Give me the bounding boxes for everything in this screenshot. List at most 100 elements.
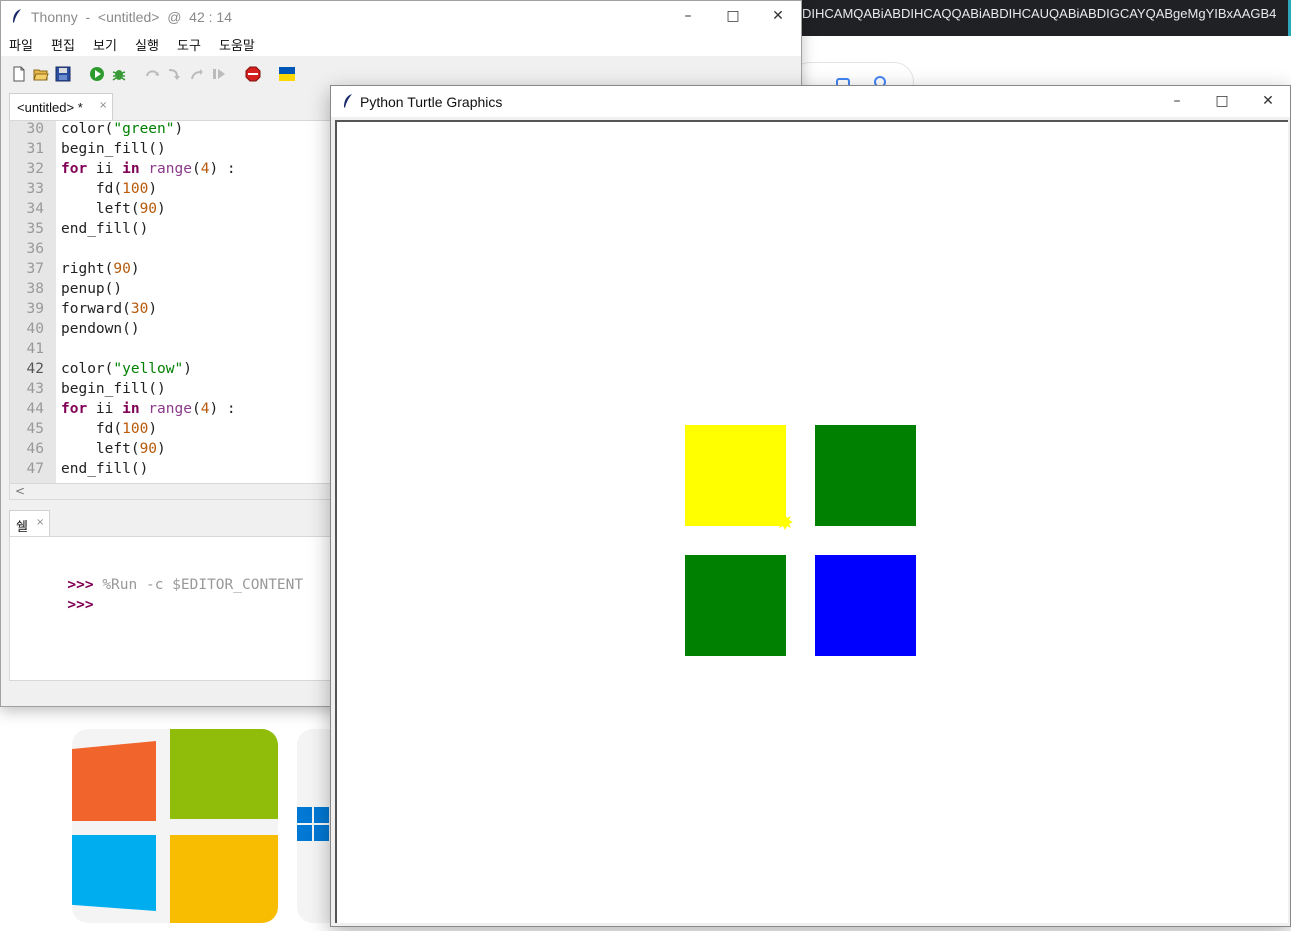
windows-logo-green-pane (170, 729, 278, 819)
menu-help[interactable]: 도움말 (219, 35, 255, 54)
code-token: in (122, 161, 140, 177)
code-token: ) : (209, 161, 236, 177)
code-line: 41 (10, 339, 333, 359)
shell-tab[interactable]: 쉘 × (9, 510, 50, 536)
turtle-titlebar[interactable]: Python Turtle Graphics – □ ✕ (331, 86, 1290, 117)
code-text: left(90) (61, 439, 166, 459)
editor-horizontal-scrollbar[interactable]: < (9, 484, 334, 500)
step-out-icon[interactable] (189, 66, 205, 82)
green-square-bottom-left (685, 555, 786, 656)
blue-square (815, 555, 916, 656)
code-token: for (61, 161, 88, 177)
line-number: 44 (26, 401, 44, 417)
turtle-canvas[interactable] (335, 120, 1288, 923)
editor-tab-untitled[interactable]: <untitled> * × (9, 93, 113, 120)
code-token: ) (183, 361, 192, 377)
resume-icon[interactable] (211, 66, 227, 82)
code-token: end_fill() (61, 461, 149, 477)
code-token: 100 (122, 421, 149, 437)
line-number: 42 (26, 361, 44, 377)
code-token: ) (157, 201, 166, 217)
thonny-menubar: 파일 편집 보기 실행 도구 도움말 (1, 32, 801, 56)
thonny-titlebar[interactable]: Thonny - <untitled> @ 42 : 14 – □ ✕ (1, 1, 801, 32)
turtle-close-button[interactable]: ✕ (1245, 86, 1291, 117)
thonny-close-button[interactable]: ✕ (755, 1, 801, 32)
open-file-icon[interactable] (33, 66, 49, 82)
shell-line[interactable]: >>> (15, 575, 93, 613)
code-token: forward( (61, 301, 131, 317)
menu-edit[interactable]: 편집 (51, 35, 75, 54)
windows-logo-blue-pane (72, 835, 156, 911)
step-into-icon[interactable] (167, 66, 183, 82)
background-browser-address-bar: DIHCAMQABiABDIHCAQQABiABDIHCAUQABiABDIGC… (800, 0, 1291, 36)
code-text: forward(30) (61, 299, 157, 319)
line-number: 34 (26, 201, 44, 217)
turtle-maximize-button[interactable]: □ (1199, 86, 1245, 117)
code-text: begin_fill() (61, 139, 166, 159)
code-token: 90 (139, 441, 158, 457)
shell-panel[interactable]: >>> %Run -c $EDITOR_CONTENT >>> (9, 536, 334, 681)
line-number: 46 (26, 441, 44, 457)
editor-tab-label: <untitled> * (17, 100, 83, 115)
code-text: color("yellow") (61, 359, 192, 379)
turtle-graphics-window: Python Turtle Graphics – □ ✕ (330, 85, 1291, 927)
ukraine-flag-icon[interactable] (279, 66, 295, 82)
line-number: 47 (26, 461, 44, 477)
scroll-left-arrow-icon[interactable]: < (15, 484, 25, 498)
debug-icon[interactable] (111, 66, 127, 82)
code-token: left( (61, 201, 140, 217)
code-token: fd( (61, 421, 123, 437)
shell-command: %Run -c $EDITOR_CONTENT (93, 577, 304, 593)
code-token: color( (61, 121, 114, 137)
code-line: 37 right(90) (10, 259, 333, 279)
code-token: 100 (122, 181, 149, 197)
menu-tools[interactable]: 도구 (177, 35, 201, 54)
code-text: pendown() (61, 319, 140, 339)
run-icon[interactable] (89, 66, 105, 82)
line-number: 41 (26, 341, 44, 357)
line-number: 30 (26, 121, 44, 137)
windows-logo-tile (72, 729, 278, 923)
code-token: ) (148, 421, 158, 437)
new-file-icon[interactable] (11, 66, 27, 82)
code-text: for ii in range(4) : (61, 399, 236, 419)
code-line: 46 left(90) (10, 439, 333, 459)
windows11-logo-icon (297, 807, 331, 843)
stop-icon[interactable] (245, 66, 261, 82)
code-token: begin_fill() (61, 141, 166, 157)
thonny-minimize-button[interactable]: – (665, 1, 711, 32)
shell-tab-close-icon[interactable]: × (36, 517, 44, 528)
thonny-maximize-button[interactable]: □ (710, 1, 756, 32)
menu-view[interactable]: 보기 (93, 35, 117, 54)
menu-file[interactable]: 파일 (9, 35, 33, 54)
code-token: begin_fill() (61, 381, 166, 397)
editor-tab-close-icon[interactable]: × (99, 100, 107, 111)
code-token: ) (148, 181, 158, 197)
turtle-minimize-button[interactable]: – (1154, 86, 1200, 117)
code-token: ) (148, 301, 158, 317)
code-token: ) (174, 121, 184, 137)
turtle-cursor-icon (777, 514, 793, 530)
code-token: pendown() (61, 321, 140, 337)
code-token: "yellow" (113, 361, 184, 377)
thonny-window-title: Thonny - <untitled> @ 42 : 14 (31, 9, 232, 25)
code-text: right(90) (61, 259, 140, 279)
yellow-square (685, 425, 786, 526)
code-token: ) (130, 261, 140, 277)
code-editor[interactable]: 30 color("green") 31 begin_fill() 32 for ii i… (9, 120, 334, 484)
line-number: 36 (26, 241, 44, 257)
code-line: 36 (10, 239, 333, 259)
code-token: end_fill() (61, 221, 149, 237)
code-line: 38 penup() (10, 279, 333, 299)
line-number: 35 (26, 221, 44, 237)
menu-run[interactable]: 실행 (135, 35, 159, 54)
code-line: 47 end_fill() (10, 459, 333, 479)
code-line: 31 begin_fill() (10, 139, 333, 159)
code-token: range (148, 161, 192, 177)
code-line: 30 color("green") (10, 121, 333, 139)
save-icon[interactable] (55, 66, 71, 82)
code-text: begin_fill() (61, 379, 166, 399)
python-feather-icon (344, 94, 352, 108)
step-over-icon[interactable] (145, 66, 161, 82)
code-token: right( (61, 261, 114, 277)
